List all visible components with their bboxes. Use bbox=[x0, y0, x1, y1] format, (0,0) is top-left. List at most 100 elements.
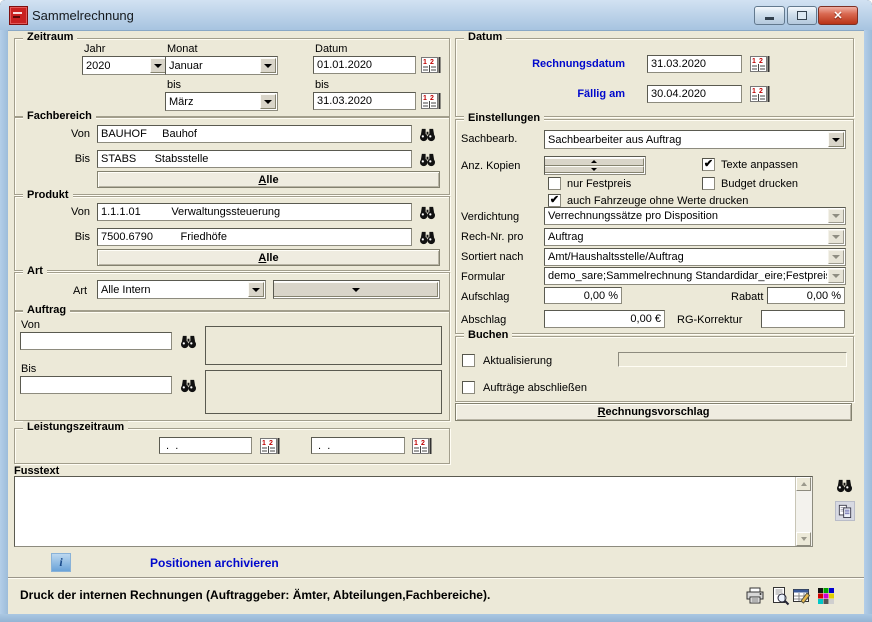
aktualisierung-input bbox=[618, 352, 847, 367]
svg-text:2: 2 bbox=[430, 95, 434, 102]
search-binoculars-icon[interactable] bbox=[418, 125, 436, 143]
aktualisierung-checkbox[interactable] bbox=[462, 354, 475, 367]
dropdown-arrow-icon[interactable] bbox=[260, 94, 276, 109]
dropdown-arrow-icon[interactable] bbox=[248, 282, 264, 297]
window-border-bottom bbox=[0, 614, 872, 622]
sachbearb-select[interactable]: Sachbearbeiter aus Auftrag bbox=[544, 130, 846, 149]
art-select-1[interactable]: Alle Intern bbox=[97, 280, 266, 299]
spinner-up-icon[interactable] bbox=[544, 158, 644, 166]
print-preview-icon[interactable] bbox=[769, 586, 791, 606]
maximize-button[interactable] bbox=[787, 6, 817, 25]
jahr-select[interactable]: 2020 bbox=[82, 56, 168, 75]
aufschlag-input[interactable]: 0,00 % bbox=[544, 287, 622, 304]
search-binoculars-icon[interactable] bbox=[179, 332, 197, 350]
fahrzeuge-checkbox[interactable]: ✔ bbox=[548, 194, 561, 207]
svg-text:2: 2 bbox=[759, 58, 763, 65]
rabatt-label: Rabatt bbox=[731, 291, 763, 303]
group-title-zeitraum: Zeitraum bbox=[23, 31, 77, 43]
abschlag-input[interactable]: 0,00 € bbox=[544, 310, 665, 328]
dropdown-arrow-icon[interactable] bbox=[150, 58, 166, 73]
datum-von-input[interactable]: 01.01.2020 bbox=[313, 56, 416, 74]
art-select-2[interactable]: Alle bbox=[273, 280, 440, 299]
scroll-down-icon[interactable] bbox=[796, 532, 811, 546]
faellig-am-input[interactable]: 30.04.2020 bbox=[647, 85, 742, 103]
search-binoculars-icon[interactable] bbox=[418, 203, 436, 221]
auftrag-von-info-panel bbox=[205, 326, 442, 365]
budget-drucken-checkbox[interactable] bbox=[702, 177, 715, 190]
search-binoculars-icon[interactable] bbox=[179, 376, 197, 394]
datum-von-label: Datum bbox=[315, 43, 347, 55]
app-icon bbox=[9, 6, 28, 25]
verdichtung-select: Verrechnungssätze pro Disposition bbox=[544, 207, 846, 225]
fachbereich-von-input[interactable]: BAUHOF Bauhof bbox=[97, 125, 412, 143]
leistungszeitraum-von-input[interactable]: . . bbox=[159, 437, 252, 454]
produkt-bis-input[interactable]: 7500.6790 Friedhöfe bbox=[97, 228, 412, 246]
texte-anpassen-label: Texte anpassen bbox=[721, 159, 798, 171]
group-title-auftrag: Auftrag bbox=[23, 304, 70, 316]
datum-bis-input[interactable]: 31.03.2020 bbox=[313, 92, 416, 110]
produkt-von-label: Von bbox=[62, 206, 90, 218]
svg-text:1: 1 bbox=[423, 59, 427, 66]
leistungszeitraum-bis-input[interactable]: . . bbox=[311, 437, 405, 454]
monat-label: Monat bbox=[167, 43, 198, 55]
dropdown-arrow-icon[interactable] bbox=[828, 132, 844, 147]
rechnungsdatum-input[interactable]: 31.03.2020 bbox=[647, 55, 742, 73]
auftraege-abschliessen-checkbox[interactable] bbox=[462, 381, 475, 394]
rechnungsdatum-label: Rechnungsdatum bbox=[460, 58, 625, 70]
svg-text:2: 2 bbox=[269, 440, 273, 447]
anz-kopien-stepper[interactable]: 1 bbox=[544, 156, 646, 175]
close-button[interactable]: ✕ bbox=[818, 6, 858, 25]
dropdown-arrow-icon[interactable] bbox=[273, 282, 438, 297]
rechnungsvorschlag-button[interactable]: Rechnungsvorschlag bbox=[455, 403, 852, 421]
copy-icon[interactable] bbox=[835, 501, 855, 521]
group-title-einstellungen: Einstellungen bbox=[464, 112, 544, 124]
monat-bis-select[interactable]: März bbox=[165, 92, 278, 111]
print-icon[interactable] bbox=[744, 586, 766, 606]
calendar-icon[interactable]: 12 bbox=[750, 55, 770, 73]
minimize-button[interactable] bbox=[754, 6, 785, 25]
dropdown-arrow-icon[interactable] bbox=[260, 58, 276, 73]
jahr-label: Jahr bbox=[84, 43, 105, 55]
window-border-left bbox=[0, 30, 8, 622]
form-edit-icon[interactable] bbox=[791, 586, 813, 606]
sortiert-nach-label: Sortiert nach bbox=[461, 251, 523, 263]
fusstext-textarea[interactable] bbox=[14, 476, 813, 547]
fachbereich-alle-button[interactable]: Alle bbox=[97, 171, 440, 188]
rg-korrektur-input[interactable] bbox=[761, 310, 845, 328]
svg-text:1: 1 bbox=[752, 88, 756, 95]
search-binoculars-icon[interactable] bbox=[835, 477, 853, 493]
color-grid-icon[interactable] bbox=[815, 586, 837, 606]
svg-text:1: 1 bbox=[423, 95, 427, 102]
group-datum: Datum bbox=[455, 38, 854, 117]
search-binoculars-icon[interactable] bbox=[418, 150, 436, 168]
rabatt-input[interactable]: 0,00 % bbox=[767, 287, 845, 304]
calendar-icon[interactable]: 12 bbox=[421, 56, 441, 74]
texte-anpassen-checkbox[interactable]: ✔ bbox=[702, 158, 715, 171]
fachbereich-bis-input[interactable]: STABS Stabsstelle bbox=[97, 150, 412, 168]
calendar-icon[interactable]: 12 bbox=[750, 85, 770, 103]
title-bar[interactable]: Sammelrechnung ✕ bbox=[0, 0, 872, 31]
fusstext-scrollbar[interactable] bbox=[795, 477, 812, 546]
spinner-down-icon[interactable] bbox=[544, 166, 644, 174]
rg-korrektur-label: RG-Korrektur bbox=[677, 314, 742, 326]
nur-festpreis-checkbox[interactable] bbox=[548, 177, 561, 190]
aufschlag-label: Aufschlag bbox=[461, 291, 509, 303]
dropdown-arrow-icon bbox=[828, 250, 844, 264]
datum-bis-label: bis bbox=[315, 79, 329, 91]
sammelrechnung-window: Sammelrechnung ✕ Zeitraum Jahr 2020 Mona… bbox=[0, 0, 872, 622]
positionen-archivieren-link[interactable]: Positionen archivieren bbox=[150, 556, 279, 570]
monat-von-select[interactable]: Januar bbox=[165, 56, 278, 75]
produkt-bis-label: Bis bbox=[62, 231, 90, 243]
verdichtung-label: Verdichtung bbox=[461, 211, 519, 223]
produkt-von-input[interactable]: 1.1.1.01 Verwaltungssteuerung bbox=[97, 203, 412, 221]
auftrag-bis-input[interactable] bbox=[20, 376, 172, 394]
search-binoculars-icon[interactable] bbox=[418, 228, 436, 246]
produkt-alle-button[interactable]: Alle bbox=[97, 249, 440, 266]
calendar-icon[interactable]: 12 bbox=[260, 437, 280, 454]
calendar-icon[interactable]: 12 bbox=[412, 437, 432, 454]
auftrag-von-input[interactable] bbox=[20, 332, 172, 350]
info-icon[interactable]: i bbox=[51, 553, 71, 572]
calendar-icon[interactable]: 12 bbox=[421, 92, 441, 110]
auftraege-abschliessen-label: Aufträge abschließen bbox=[483, 382, 587, 394]
scroll-up-icon[interactable] bbox=[796, 477, 811, 491]
